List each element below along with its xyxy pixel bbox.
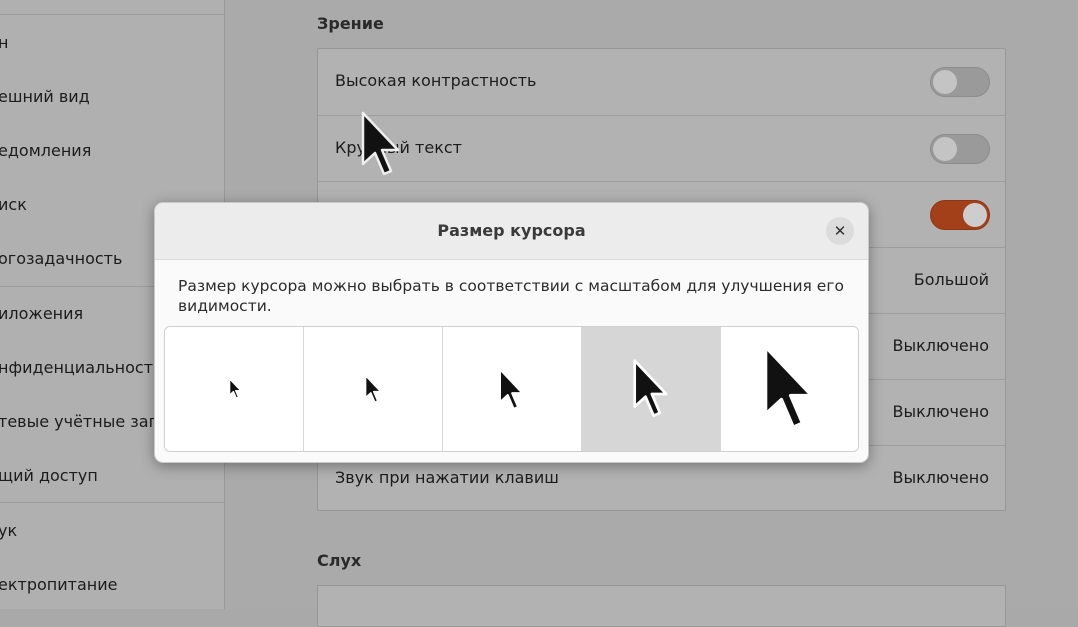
cursor-arrow-icon — [364, 374, 382, 404]
sidebar-item-4[interactable]: огозадачность — [0, 249, 122, 268]
row-value: Выключено — [892, 336, 989, 355]
row-label: Высокая контрастность — [335, 71, 537, 90]
cursor-size-option-4[interactable] — [582, 327, 721, 451]
row-value: Выключено — [892, 468, 989, 487]
row-value: Большой — [913, 270, 989, 289]
mouse-pointer-icon — [361, 111, 400, 176]
sidebar-item-10[interactable]: ектропитание — [0, 575, 117, 594]
sidebar-separator — [0, 502, 224, 503]
sidebar-item-8[interactable]: щий доступ — [0, 466, 98, 485]
large-text-toggle[interactable] — [930, 134, 990, 164]
row-large-text[interactable]: Крупный текст — [318, 115, 1005, 181]
toggle-knob — [963, 203, 987, 227]
cursor-arrow-icon — [229, 378, 242, 399]
toggle-knob — [933, 70, 957, 94]
high-contrast-toggle[interactable] — [930, 67, 990, 97]
sidebar-item-0[interactable]: н — [0, 33, 8, 52]
cursor-arrow-icon — [498, 367, 524, 411]
sidebar-item-7[interactable]: тевые учётные запи — [0, 412, 169, 431]
cursor-size-option-3[interactable] — [443, 327, 582, 451]
cursor-size-dialog: Размер курсора ✕ Размер курсора можно вы… — [154, 202, 869, 463]
row-value: Выключено — [892, 402, 989, 421]
cursor-size-option-5[interactable] — [721, 327, 858, 451]
close-button[interactable]: ✕ — [826, 217, 854, 245]
sidebar-item-5[interactable]: иложения — [0, 304, 83, 323]
sidebar-item-9[interactable]: ук — [0, 521, 17, 540]
row-label: Звук при нажатии клавиш — [335, 468, 559, 487]
section-title-vision: Зрение — [317, 14, 384, 33]
dialog-description: Размер курсора можно выбрать в соответст… — [178, 277, 844, 315]
sidebar-separator — [0, 14, 224, 15]
cursor-size-option-2[interactable] — [304, 327, 443, 451]
sidebar-item-2[interactable]: едомления — [0, 141, 91, 160]
setting-3-toggle[interactable] — [930, 200, 990, 230]
toggle-knob — [933, 137, 957, 161]
cursor-size-options — [164, 326, 859, 452]
sidebar-item-3[interactable]: иск — [0, 195, 27, 214]
section-title-hearing: Слух — [317, 551, 362, 570]
sidebar-item-6[interactable]: нфиденциальност — [0, 358, 153, 377]
hearing-settings-list — [317, 585, 1006, 627]
close-icon: ✕ — [833, 222, 847, 240]
sidebar-item-1[interactable]: ешний вид — [0, 87, 90, 106]
cursor-size-option-1[interactable] — [165, 327, 304, 451]
dialog-title: Размер курсора — [437, 221, 586, 240]
row-high-contrast[interactable]: Высокая контрастность — [318, 49, 1005, 114]
cursor-arrow-icon — [764, 345, 814, 429]
cursor-arrow-icon — [633, 359, 668, 417]
dialog-header: Размер курсора ✕ — [155, 203, 868, 260]
